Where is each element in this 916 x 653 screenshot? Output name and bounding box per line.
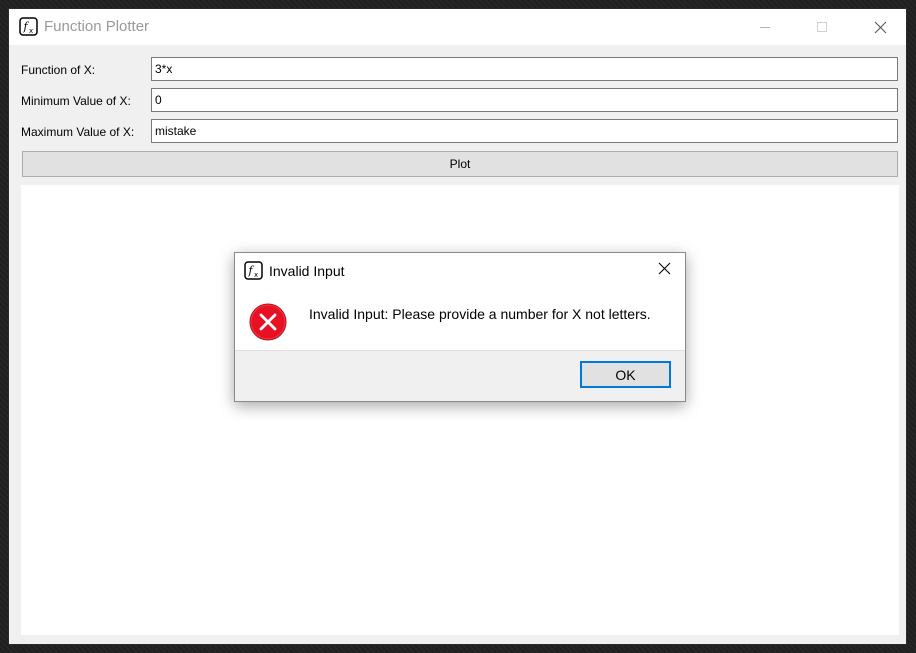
min-x-label: Minimum Value of X: — [21, 94, 131, 108]
title-bar[interactable]: f x Function Plotter — [9, 9, 906, 45]
maximize-button[interactable] — [793, 9, 851, 45]
function-input[interactable] — [151, 57, 898, 81]
close-button[interactable] — [851, 9, 909, 45]
dialog-title: Invalid Input — [269, 263, 345, 279]
ok-button[interactable]: OK — [580, 361, 671, 388]
svg-text:x: x — [254, 271, 258, 279]
window-title: Function Plotter — [44, 18, 150, 35]
minimize-icon — [759, 21, 771, 33]
error-dialog: f x Invalid Input Invalid Input: Please … — [234, 252, 686, 402]
close-icon — [658, 262, 671, 280]
function-label: Function of X: — [21, 63, 96, 77]
error-icon — [249, 303, 287, 341]
function-fx-icon: f x — [19, 17, 38, 36]
dialog-title-bar[interactable]: f x Invalid Input — [235, 253, 685, 289]
close-icon — [874, 21, 887, 34]
max-x-input[interactable] — [151, 119, 898, 143]
min-x-input[interactable] — [151, 88, 898, 112]
dialog-message: Invalid Input: Please provide a number f… — [309, 306, 651, 322]
minimize-button[interactable] — [736, 9, 794, 45]
maximize-icon — [816, 21, 828, 33]
max-x-label: Maximum Value of X: — [21, 125, 135, 139]
function-fx-icon: f x — [244, 261, 263, 280]
plot-button[interactable]: Plot — [22, 151, 898, 177]
svg-text:x: x — [29, 27, 33, 35]
dialog-footer: OK — [235, 350, 685, 401]
dialog-close-button[interactable] — [649, 257, 679, 285]
